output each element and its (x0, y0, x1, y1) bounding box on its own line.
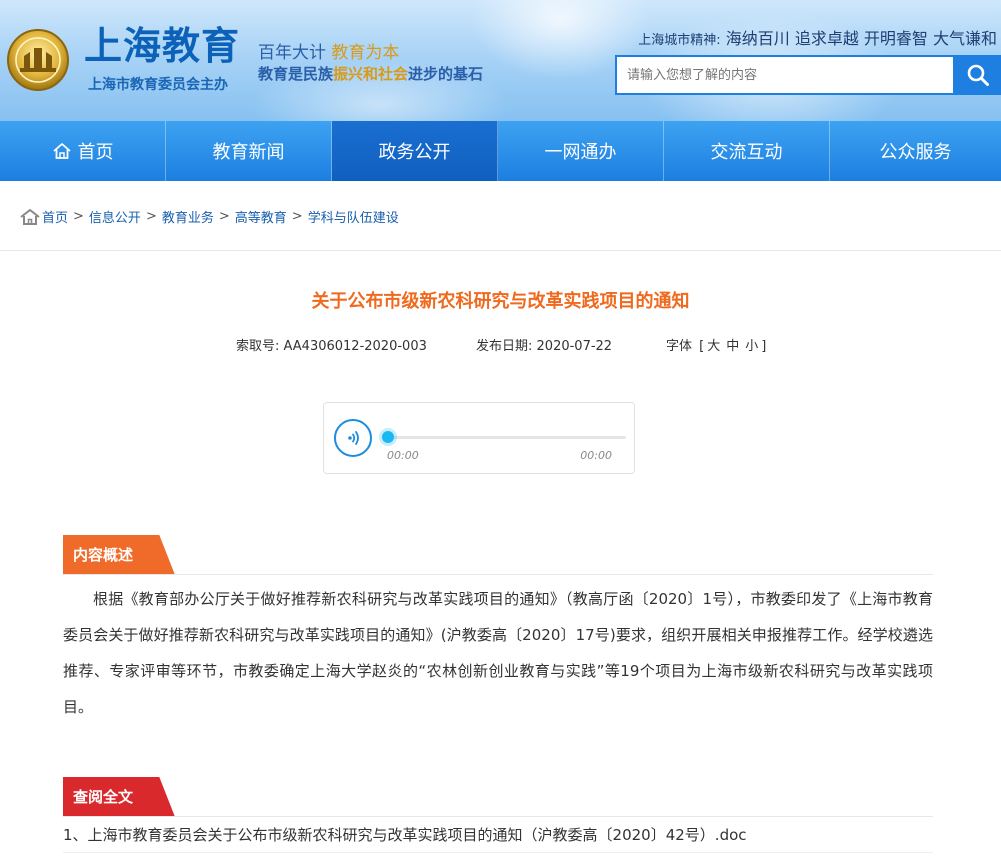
article-meta: 索取号: AA4306012-2020-003 发布日期: 2020-07-22… (236, 335, 766, 354)
duration: 00:00 (580, 449, 612, 462)
slogan-highlight: 教育为本 (331, 43, 400, 63)
publish-date: 发布日期: 2020-07-22 (476, 335, 666, 354)
main-nav: 首页 教育新闻 政务公开 一网通办 交流互动 公众服务 (0, 121, 1001, 181)
progress-handle[interactable] (382, 431, 394, 443)
slogan-line-1: 百年大计 教育为本 (258, 38, 399, 63)
font-size-small-button[interactable]: 小 (745, 339, 758, 354)
nav-item-education-news[interactable]: 教育新闻 (166, 121, 332, 181)
font-size-label: 字体 (666, 339, 693, 354)
attachment-link[interactable]: 1、上海市教育委员会关于公布市级新农科研究与改革实践项目的通知（沪教委高〔202… (63, 824, 747, 845)
breadcrumb-home[interactable]: 首页 (42, 207, 68, 226)
font-size-control: 字体 [大中小] (666, 335, 766, 354)
slogan-highlight: 振兴和社会 (333, 65, 409, 83)
city-spirit-label: 上海城市精神: (638, 33, 721, 48)
breadcrumb-discipline-building[interactable]: 学科与队伍建设 (308, 207, 399, 226)
nav-item-label: 一网通办 (544, 142, 617, 163)
search-icon (967, 64, 989, 86)
nav-item-label: 首页 (77, 142, 114, 163)
summary-section-header: 内容概述 (63, 535, 933, 575)
search-input[interactable] (617, 57, 957, 93)
site-title[interactable]: 上海教育 (84, 24, 240, 68)
summary-text: 根据《教育部办公厅关于做好推荐新农科研究与改革实践项目的通知》（教高厅函〔202… (63, 590, 933, 716)
progress-track[interactable] (386, 436, 626, 439)
breadcrumb-separator: > (291, 209, 303, 224)
emblem-logo-icon[interactable] (4, 24, 72, 92)
breadcrumb-separator: > (218, 209, 230, 224)
nav-item-government-affairs[interactable]: 政务公开 (332, 121, 498, 181)
search-box (615, 55, 957, 95)
search-button[interactable] (955, 55, 1001, 95)
article-title: 关于公布市级新农科研究与改革实践项目的通知 (311, 291, 690, 312)
fulltext-heading: 查阅全文 (63, 777, 175, 817)
nav-item-label: 教育新闻 (212, 142, 285, 163)
city-spirit-text: 海纳百川 追求卓越 开明睿智 大气谦和 (725, 29, 997, 48)
fulltext-section-header: 查阅全文 (63, 777, 933, 817)
index-label: 索取号: (236, 339, 280, 354)
divider (0, 250, 1001, 251)
nav-item-label: 交流互动 (710, 142, 783, 163)
nav-item-public-services[interactable]: 公众服务 (830, 121, 1001, 181)
breadcrumb-separator: > (145, 209, 157, 224)
nav-item-one-stop-service[interactable]: 一网通办 (498, 121, 664, 181)
play-button[interactable] (334, 419, 372, 457)
breadcrumb-info-disclosure[interactable]: 信息公开 (89, 207, 141, 226)
breadcrumb: 首页 > 信息公开 > 教育业务 > 高等教育 > 学科与队伍建设 (20, 207, 399, 226)
section-underline (63, 574, 933, 575)
slogan-text: 教育是民族 (258, 65, 334, 83)
nav-item-label: 政务公开 (378, 142, 451, 163)
sound-wave-icon (348, 431, 359, 445)
index-value: AA4306012-2020-003 (283, 339, 427, 354)
font-size-large-button[interactable]: 大 (707, 339, 720, 354)
city-spirit: 上海城市精神: 海纳百川 追求卓越 开明睿智 大气谦和 (638, 25, 997, 49)
breadcrumb-education-business[interactable]: 教育业务 (162, 207, 214, 226)
font-size-medium-button[interactable]: 中 (726, 339, 739, 354)
home-icon (52, 143, 71, 159)
site-subtitle: 上海市教育委员会主办 (88, 77, 228, 93)
date-value: 2020-07-22 (536, 339, 613, 354)
audio-player: 00:00 00:00 (323, 402, 635, 474)
slogan-text: 百年大计 (258, 43, 326, 63)
section-underline (63, 816, 933, 817)
breadcrumb-separator: > (73, 209, 84, 224)
date-label: 发布日期: (476, 339, 533, 354)
slogan-text: 进步的基石 (408, 65, 484, 83)
bracket: ] (761, 339, 767, 354)
nav-item-home[interactable]: 首页 (0, 121, 166, 181)
nav-item-interaction[interactable]: 交流互动 (664, 121, 830, 181)
nav-item-label: 公众服务 (879, 142, 952, 163)
summary-heading: 内容概述 (63, 535, 175, 575)
index-number: 索取号: AA4306012-2020-003 (236, 335, 476, 354)
home-icon[interactable] (20, 208, 40, 226)
bracket: [ (699, 339, 705, 354)
breadcrumb-higher-education[interactable]: 高等教育 (235, 207, 287, 226)
divider (63, 852, 933, 853)
current-time: 00:00 (387, 449, 419, 462)
slogan-line-2: 教育是民族振兴和社会进步的基石 (258, 63, 483, 84)
